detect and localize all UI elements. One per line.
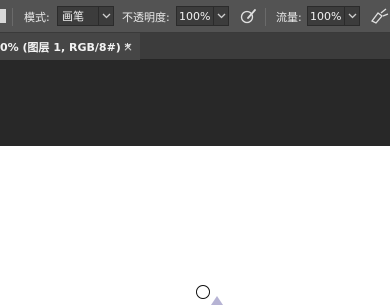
options-bar: 模式: 画笔 不透明度: 100% 流量: 100% — [0, 0, 390, 33]
document-tab[interactable]: 0% (图层 1, RGB/8#) * × — [0, 33, 140, 60]
opacity-dropdown-button[interactable] — [213, 6, 229, 26]
brush-cursor-icon — [196, 285, 210, 299]
mode-label: 模式: — [24, 10, 50, 24]
airbrush-button[interactable] — [368, 5, 390, 27]
divider — [265, 8, 266, 26]
pressure-opacity-icon — [240, 9, 256, 24]
paint-stroke — [211, 296, 223, 305]
opacity-label: 不透明度: — [122, 10, 170, 24]
opacity-field[interactable]: 100% — [176, 6, 214, 26]
document-tab-bar: 0% (图层 1, RGB/8#) * × — [0, 33, 390, 60]
opacity-value: 100% — [179, 9, 211, 23]
chevron-down-icon — [102, 13, 110, 19]
pressure-opacity-button[interactable] — [237, 5, 259, 27]
mode-dropdown-button[interactable] — [98, 6, 114, 26]
flow-label: 流量: — [276, 10, 302, 24]
flow-field[interactable]: 100% — [307, 6, 345, 26]
pasteboard-area — [0, 60, 390, 146]
airbrush-icon — [371, 8, 389, 24]
mode-value: 画笔 — [62, 10, 84, 23]
flow-dropdown-button[interactable] — [344, 6, 360, 26]
document-canvas[interactable] — [0, 146, 390, 305]
brush-preset-picker[interactable] — [0, 9, 6, 23]
document-tab-title: 0% (图层 1, RGB/8#) * — [0, 40, 131, 54]
mode-select[interactable]: 画笔 — [57, 6, 99, 26]
flow-value: 100% — [310, 9, 342, 23]
chevron-down-icon — [217, 13, 225, 19]
close-icon[interactable]: × — [123, 40, 133, 54]
chevron-down-icon — [348, 13, 356, 19]
divider — [12, 8, 13, 26]
